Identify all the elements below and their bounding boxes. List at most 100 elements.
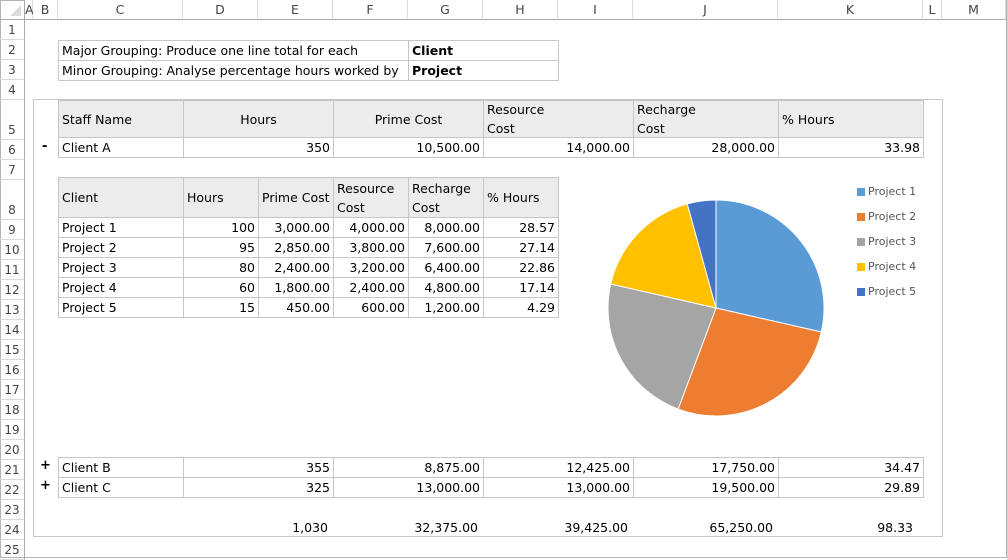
major-grouping-value[interactable]: Client bbox=[408, 40, 559, 61]
client-c-recharge[interactable]: 19,500.00 bbox=[633, 477, 779, 498]
row-header-6[interactable]: 6 bbox=[0, 140, 25, 160]
total-hours[interactable]: 1,030 bbox=[183, 517, 331, 538]
column-header-g[interactable]: G bbox=[408, 0, 483, 20]
row-header-10[interactable]: 10 bbox=[0, 240, 25, 260]
client-b-hours[interactable]: 355 bbox=[183, 457, 334, 478]
row-header-7[interactable]: 7 bbox=[0, 160, 25, 180]
project-1-resource[interactable]: 4,000.00 bbox=[333, 217, 409, 238]
project-4-recharge[interactable]: 4,800.00 bbox=[408, 277, 484, 298]
column-header-i[interactable]: I bbox=[558, 0, 633, 20]
client-b-resource[interactable]: 12,425.00 bbox=[483, 457, 634, 478]
project-5-name[interactable]: Project 5 bbox=[58, 297, 184, 318]
column-header-b[interactable]: B bbox=[33, 0, 58, 20]
client-a-recharge[interactable]: 28,000.00 bbox=[633, 137, 779, 158]
row-header-15[interactable]: 15 bbox=[0, 340, 25, 360]
project-1-prime[interactable]: 3,000.00 bbox=[258, 217, 334, 238]
row-header-22[interactable]: 22 bbox=[0, 480, 25, 500]
row-header-24[interactable]: 24 bbox=[0, 520, 25, 540]
row-header-8[interactable]: 8 bbox=[0, 180, 25, 220]
detail-header-prime[interactable]: Prime Cost bbox=[258, 177, 334, 218]
row-header-3[interactable]: 3 bbox=[0, 60, 25, 80]
total-resource[interactable]: 39,425.00 bbox=[483, 517, 631, 538]
header-staff-name[interactable]: Staff Name bbox=[58, 100, 184, 138]
detail-header-hours[interactable]: Hours bbox=[183, 177, 259, 218]
detail-header-recharge[interactable]: Recharge Cost bbox=[408, 177, 484, 218]
row-header-4[interactable]: 4 bbox=[0, 80, 25, 100]
project-3-recharge[interactable]: 6,400.00 bbox=[408, 257, 484, 278]
row-header-2[interactable]: 2 bbox=[0, 40, 25, 60]
column-header-d[interactable]: D bbox=[183, 0, 258, 20]
header-prime-cost[interactable]: Prime Cost bbox=[333, 100, 484, 138]
expand-group-toggle-client-b[interactable]: + bbox=[40, 458, 51, 473]
project-3-pct[interactable]: 22.86 bbox=[483, 257, 559, 278]
client-b-name[interactable]: Client B bbox=[58, 457, 184, 478]
row-header-16[interactable]: 16 bbox=[0, 360, 25, 380]
detail-header-pct[interactable]: % Hours bbox=[483, 177, 559, 218]
project-4-name[interactable]: Project 4 bbox=[58, 277, 184, 298]
row-header-17[interactable]: 17 bbox=[0, 380, 25, 400]
project-5-resource[interactable]: 600.00 bbox=[333, 297, 409, 318]
detail-header-client[interactable]: Client bbox=[58, 177, 184, 218]
project-1-recharge[interactable]: 8,000.00 bbox=[408, 217, 484, 238]
client-c-name[interactable]: Client C bbox=[58, 477, 184, 498]
project-1-name[interactable]: Project 1 bbox=[58, 217, 184, 238]
client-b-recharge[interactable]: 17,750.00 bbox=[633, 457, 779, 478]
legend-item-project-1[interactable]: Project 1 bbox=[857, 185, 916, 198]
row-header-19[interactable]: 19 bbox=[0, 420, 25, 440]
total-pct[interactable]: 98.33 bbox=[778, 517, 921, 538]
legend-item-project-2[interactable]: Project 2 bbox=[857, 210, 916, 223]
minor-grouping-value[interactable]: Project bbox=[408, 60, 559, 81]
project-5-recharge[interactable]: 1,200.00 bbox=[408, 297, 484, 318]
row-header-21[interactable]: 21 bbox=[0, 460, 25, 480]
column-header-l[interactable]: L bbox=[923, 0, 942, 20]
major-grouping-label[interactable]: Major Grouping: Produce one line total f… bbox=[58, 40, 409, 61]
project-4-resource[interactable]: 2,400.00 bbox=[333, 277, 409, 298]
select-all-corner[interactable] bbox=[0, 0, 25, 20]
row-header-25[interactable]: 25 bbox=[0, 540, 25, 560]
column-header-h[interactable]: H bbox=[483, 0, 558, 20]
column-header-m[interactable]: M bbox=[942, 0, 1006, 20]
minor-grouping-label[interactable]: Minor Grouping: Analyse percentage hours… bbox=[58, 60, 409, 81]
column-header-e[interactable]: E bbox=[258, 0, 333, 20]
project-1-pct[interactable]: 28.57 bbox=[483, 217, 559, 238]
legend-item-project-3[interactable]: Project 3 bbox=[857, 235, 916, 248]
project-2-name[interactable]: Project 2 bbox=[58, 237, 184, 258]
column-header-c[interactable]: C bbox=[58, 0, 183, 20]
project-2-prime[interactable]: 2,850.00 bbox=[258, 237, 334, 258]
row-header-11[interactable]: 11 bbox=[0, 260, 25, 280]
client-a-name[interactable]: Client A bbox=[58, 137, 184, 158]
row-header-18[interactable]: 18 bbox=[0, 400, 25, 420]
header-resource-cost[interactable]: Resource Cost bbox=[483, 100, 634, 138]
column-header-f[interactable]: F bbox=[333, 0, 408, 20]
expand-group-toggle-client-c[interactable]: + bbox=[40, 478, 51, 493]
project-1-hours[interactable]: 100 bbox=[183, 217, 259, 238]
project-5-prime[interactable]: 450.00 bbox=[258, 297, 334, 318]
project-4-prime[interactable]: 1,800.00 bbox=[258, 277, 334, 298]
row-header-12[interactable]: 12 bbox=[0, 280, 25, 300]
client-b-pct[interactable]: 34.47 bbox=[778, 457, 924, 478]
row-header-20[interactable]: 20 bbox=[0, 440, 25, 460]
client-c-hours[interactable]: 325 bbox=[183, 477, 334, 498]
column-header-a[interactable]: A bbox=[25, 0, 34, 20]
header-recharge-cost[interactable]: Recharge Cost bbox=[633, 100, 779, 138]
header-pct-hours[interactable]: % Hours bbox=[778, 100, 924, 138]
row-header-5[interactable]: 5 bbox=[0, 100, 25, 140]
row-header-13[interactable]: 13 bbox=[0, 300, 25, 320]
legend-item-project-4[interactable]: Project 4 bbox=[857, 260, 916, 273]
total-prime[interactable]: 32,375.00 bbox=[333, 517, 481, 538]
project-3-resource[interactable]: 3,200.00 bbox=[333, 257, 409, 278]
client-c-resource[interactable]: 13,000.00 bbox=[483, 477, 634, 498]
project-4-hours[interactable]: 60 bbox=[183, 277, 259, 298]
client-b-prime[interactable]: 8,875.00 bbox=[333, 457, 484, 478]
header-hours[interactable]: Hours bbox=[183, 100, 334, 138]
client-c-pct[interactable]: 29.89 bbox=[778, 477, 924, 498]
project-5-hours[interactable]: 15 bbox=[183, 297, 259, 318]
legend-item-project-5[interactable]: Project 5 bbox=[857, 285, 916, 298]
project-2-pct[interactable]: 27.14 bbox=[483, 237, 559, 258]
row-header-23[interactable]: 23 bbox=[0, 500, 25, 520]
row-header-9[interactable]: 9 bbox=[0, 220, 25, 240]
collapse-group-toggle[interactable]: - bbox=[42, 139, 47, 154]
project-3-name[interactable]: Project 3 bbox=[58, 257, 184, 278]
client-a-hours[interactable]: 350 bbox=[183, 137, 334, 158]
project-2-resource[interactable]: 3,800.00 bbox=[333, 237, 409, 258]
